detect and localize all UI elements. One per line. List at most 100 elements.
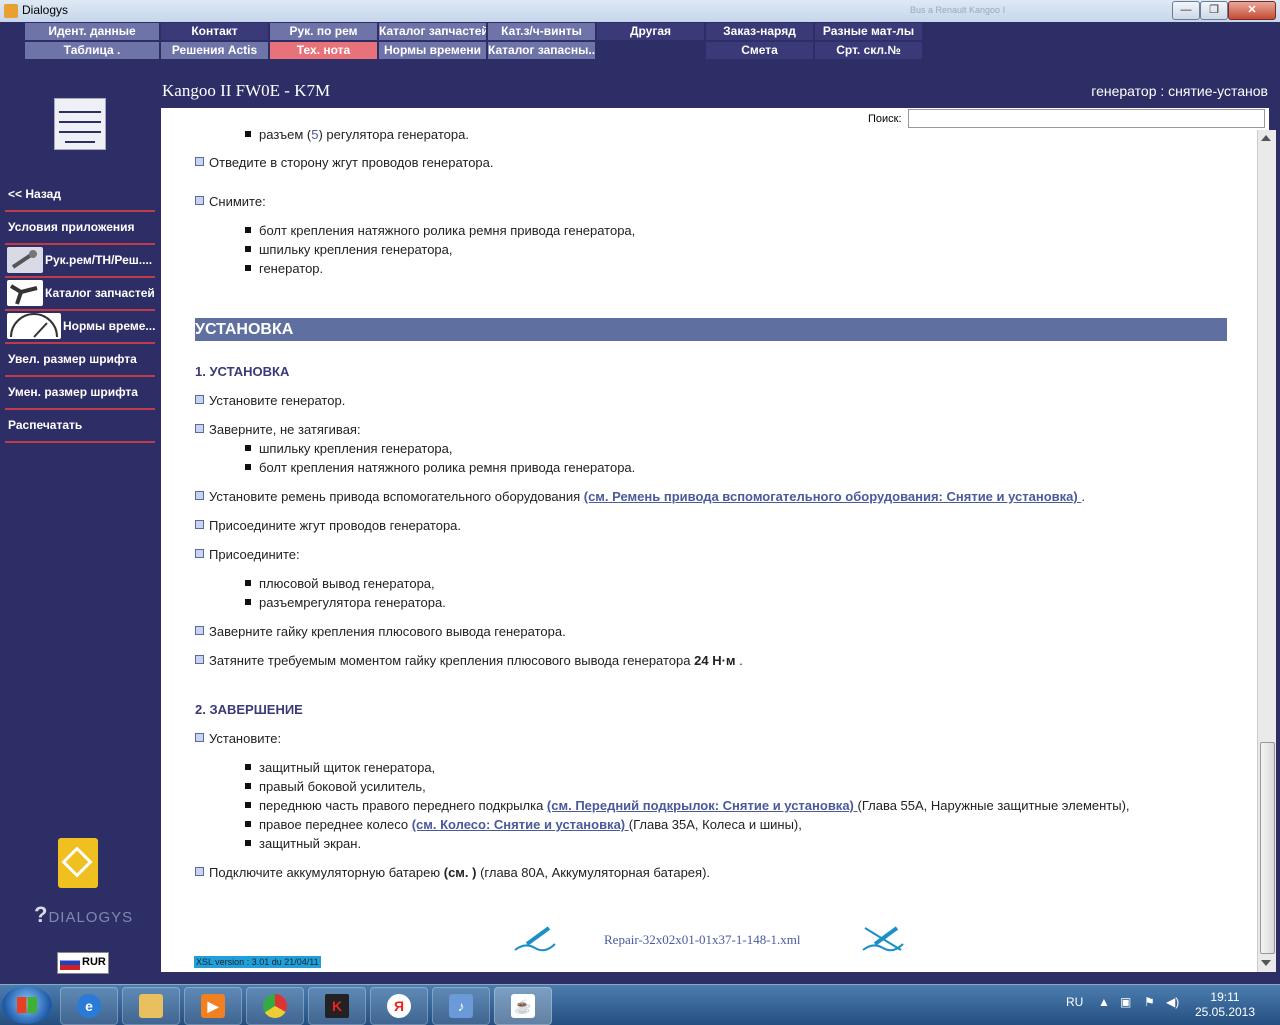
menu-actis-solutions[interactable]: Решения Actis	[161, 42, 268, 59]
step-item: Снимите:	[195, 194, 266, 209]
audio-icon: ♪	[449, 994, 473, 1018]
list-item: плюсовой вывод генератора,	[245, 576, 435, 591]
sidebar-item-label: << Назад	[8, 187, 61, 201]
subsection-title: 2. ЗАВЕРШЕНИЕ	[195, 702, 303, 717]
chrome-icon	[263, 994, 287, 1018]
sidebar-item-label: Умен. размер шрифта	[8, 385, 138, 399]
network-icon[interactable]: ▣	[1120, 995, 1131, 1009]
menu-estimate[interactable]: Смета	[706, 42, 813, 59]
menu-contact[interactable]: Контакт	[161, 23, 268, 40]
currency-selector[interactable]: RUR	[57, 952, 109, 974]
clock-time: 19:11	[1210, 990, 1240, 1004]
sidebar-app-conditions[interactable]: Условия приложения	[5, 212, 155, 245]
sidebar-repair-manual[interactable]: Рук.рем/ТН/Реш....	[5, 245, 155, 278]
menu-other[interactable]: Другая	[597, 23, 704, 40]
step-item: Присоедините жгут проводов генератора.	[195, 518, 461, 533]
sidebar-time-norms[interactable]: Нормы време...	[5, 311, 155, 344]
list-item: болт крепления натяжного ролика ремня пр…	[245, 460, 635, 475]
menu-time-norms[interactable]: Нормы времени	[379, 42, 486, 59]
menu-spare-parts-catalog[interactable]: Каталог запасны...	[488, 42, 595, 59]
sidebar-back[interactable]: << Назад	[5, 179, 155, 212]
sidebar-parts-catalog[interactable]: Каталог запчастей	[5, 278, 155, 311]
menu-work-order[interactable]: Заказ-наряд	[706, 23, 813, 40]
car-logo-icon	[54, 98, 106, 150]
belt-procedure-link[interactable]: (см. Ремень привода вспомогательного обо…	[584, 489, 1082, 504]
step-item: Заверните гайку крепления плюсового выво…	[195, 624, 566, 639]
tray-expand-icon[interactable]: ▲	[1098, 995, 1110, 1009]
list-item: правый боковой усилитель,	[245, 779, 426, 794]
sidebar-decrease-font[interactable]: Умен. размер шрифта	[5, 377, 155, 410]
gauge-icon	[7, 313, 61, 339]
search-label: Поиск:	[868, 113, 902, 125]
dialogys-logo: ?DIALOGYS	[34, 902, 134, 927]
renault-logo	[58, 838, 98, 888]
sidebar-increase-font[interactable]: Увел. размер шрифта	[5, 344, 155, 377]
fender-procedure-link[interactable]: (см. Передний подкрылок: Снятие и устано…	[547, 798, 858, 813]
wrench-icon	[7, 247, 43, 273]
taskbar-explorer[interactable]	[122, 987, 180, 1025]
yandex-icon: Я	[387, 994, 411, 1018]
step-item: Отведите в сторону жгут проводов генерат…	[195, 155, 494, 170]
step-item: Присоедините:	[195, 547, 300, 562]
window-title: Dialogys	[22, 3, 69, 17]
java-app-icon	[4, 4, 18, 18]
scroll-up-icon[interactable]	[1261, 135, 1271, 141]
start-button[interactable]	[2, 986, 52, 1024]
sidebar-item-label: Рук.рем/ТН/Реш....	[45, 253, 153, 267]
annotate-pen-icon[interactable]	[513, 924, 557, 954]
java-icon: ☕	[511, 994, 535, 1018]
scroll-down-icon[interactable]	[1261, 960, 1271, 966]
list-item: переднюю часть правого переднего подкрыл…	[245, 798, 1130, 813]
action-center-icon[interactable]: ⚑	[1144, 995, 1155, 1009]
menu-misc-materials[interactable]: Разные мат-лы	[815, 23, 922, 40]
taskbar-ie[interactable]: e	[60, 987, 118, 1025]
volume-icon[interactable]: ◀)	[1166, 995, 1179, 1009]
taskbar-media[interactable]: ▶	[184, 987, 242, 1025]
taskbar-java[interactable]: ☕	[494, 987, 552, 1025]
menu-table[interactable]: Таблица .	[25, 42, 159, 59]
taskbar-audio[interactable]: ♪	[432, 987, 490, 1025]
menu-parts-catalog[interactable]: Каталог запчастей	[379, 23, 486, 40]
menu-tech-note[interactable]: Тех. нота	[270, 42, 377, 59]
list-item: болт крепления натяжного ролика ремня пр…	[245, 223, 635, 238]
sidebar-print[interactable]: Распечатать	[5, 410, 155, 443]
clock-date: 25.05.2013	[1194, 1005, 1256, 1019]
step-item: Затяните требуемым моментом гайку крепле…	[195, 653, 743, 668]
top-menu: Идент. данные Контакт Рук. по рем Катало…	[0, 22, 1280, 60]
close-button[interactable]: ✕	[1228, 1, 1276, 20]
wheel-procedure-link[interactable]: (см. Колесо: Снятие и установка)	[412, 817, 629, 832]
document-file-name: Repair-32x02x01-01x37-1-148-1.xml	[604, 932, 801, 947]
menu-repair-manual[interactable]: Рук. по рем	[270, 23, 377, 40]
section-title-bar: УСТАНОВКА	[195, 318, 1227, 341]
list-item: шпильку крепления генератора,	[245, 441, 453, 456]
vehicle-model-title: Kangoo II FW0E - K7M	[162, 81, 331, 100]
procedure-subject: генератор : снятие-установ	[1091, 83, 1268, 99]
content-scrollbar[interactable]	[1257, 130, 1276, 972]
menu-parts-screws[interactable]: Кат.з/ч-винты	[488, 23, 595, 40]
language-indicator[interactable]: RU	[1066, 995, 1083, 1009]
document-content: разъем (5) регулятора генератора. Отведи…	[161, 130, 1257, 972]
sidebar-item-label: Каталог запчастей	[45, 286, 155, 300]
taskbar-chrome[interactable]	[246, 987, 304, 1025]
russia-flag-icon	[60, 956, 80, 970]
torque-value: 24 Н·м	[694, 653, 736, 668]
left-sidebar: << Назад Условия приложения Рук.рем/ТН/Р…	[0, 60, 160, 976]
search-input[interactable]	[908, 109, 1265, 128]
taskbar-kaspersky[interactable]: K	[308, 987, 366, 1025]
taskbar-yandex[interactable]: Я	[370, 987, 428, 1025]
system-clock[interactable]: 19:11 25.05.2013	[1190, 990, 1260, 1020]
xsl-version: XSL version : 3.01 du 21/04/11	[194, 956, 321, 968]
step-item: Установите:	[195, 731, 281, 746]
maximize-button[interactable]: ❐	[1200, 1, 1228, 20]
sidebar-item-label: Распечатать	[8, 418, 83, 432]
menu-ident-data[interactable]: Идент. данные	[25, 23, 159, 40]
minimize-button[interactable]: —	[1172, 1, 1200, 20]
media-icon: ▶	[201, 994, 225, 1018]
list-item: защитный щиток генератора,	[245, 760, 435, 775]
list-item: разъем (5) регулятора генератора.	[245, 130, 469, 142]
scroll-thumb[interactable]	[1260, 742, 1275, 954]
annotate-pen-crossed-icon[interactable]	[861, 924, 905, 954]
parts-icon	[7, 280, 43, 306]
menu-stock-number[interactable]: Срт. скл.№	[815, 42, 922, 59]
window-titlebar: Dialogys Bus a Renault Kangoo I — ❐ ✕	[0, 0, 1280, 23]
